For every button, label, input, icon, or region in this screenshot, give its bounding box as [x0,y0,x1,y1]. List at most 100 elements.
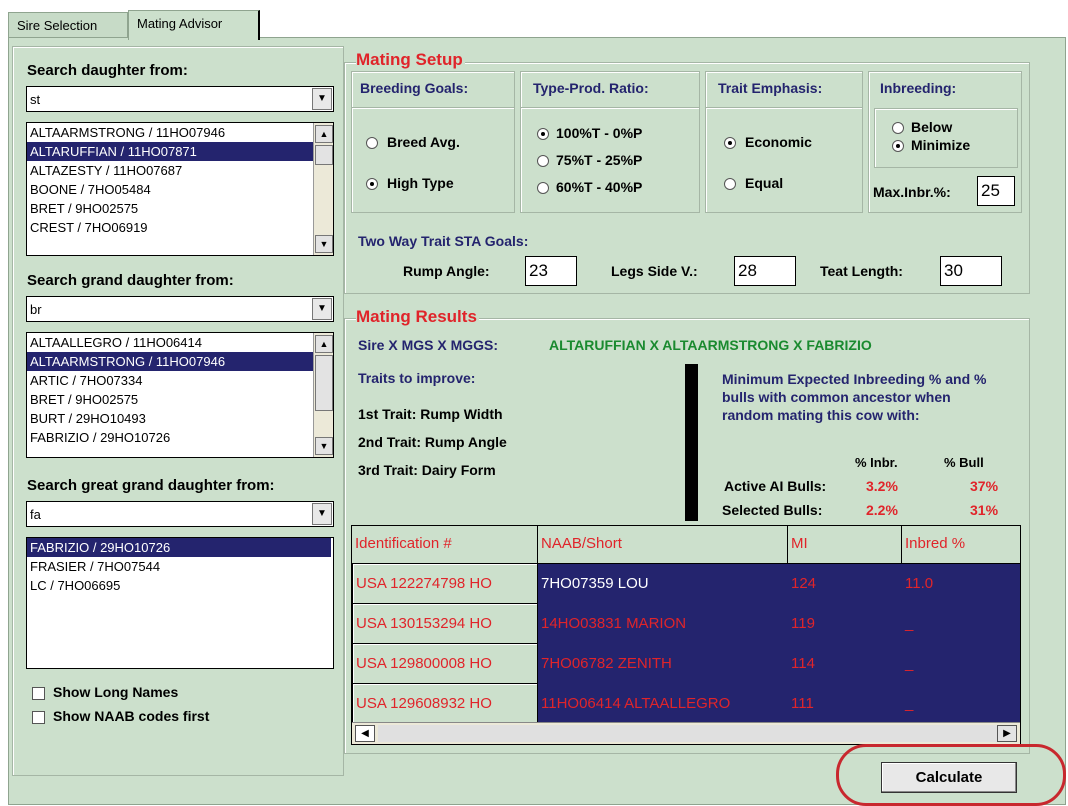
great-grand-daughter-search-value: fa [30,507,41,522]
daughter-search-combo[interactable]: st ▼ [26,86,334,112]
chevron-down-icon[interactable]: ▼ [312,88,332,110]
divider-bar [685,364,698,521]
selected-bull-value: 31% [970,502,999,518]
col-inbr-label: % Inbr. [855,455,898,470]
trait-emphasis-label: Trait Emphasis: [718,80,823,96]
great-grand-daughter-search-combo[interactable]: fa ▼ [26,501,334,527]
show-naab-first-label: Show NAAB codes first [53,708,210,724]
minimize-radio[interactable] [892,140,904,152]
list-item[interactable]: FABRIZIO / 29HO10726 [27,538,331,557]
active-bull-value: 37% [970,478,999,494]
grand-daughter-list[interactable]: ALTAALLEGRO / 11HO06414 ALTAARMSTRONG / 1… [26,332,334,458]
scroll-up-icon[interactable]: ▲ [315,335,333,353]
grid-cell[interactable]: 124 [788,564,902,604]
list-item[interactable]: ALTAZESTY / 11HO07687 [27,161,313,180]
max-inbr-label: Max.Inbr.%: [873,184,951,200]
grid-cell[interactable]: 11.0 [902,564,1020,604]
high-type-radio[interactable] [366,178,378,190]
grid-cell[interactable]: USA 130153294 HO [352,604,538,644]
grid-cell[interactable]: _ [902,644,1020,684]
grid-header[interactable]: Identification # [352,526,538,564]
scroll-left-icon[interactable]: ◀ [355,725,375,742]
breeding-goals-inner [351,107,515,213]
list-item[interactable]: ALTAARMSTRONG / 11HO07946 [27,352,313,371]
teat-length-input[interactable]: 30 [940,256,1002,286]
list-item[interactable]: LC / 7HO06695 [27,576,331,595]
active-bulls-label: Active AI Bulls: [724,478,827,494]
grid-cell[interactable]: USA 129800008 HO [352,644,538,684]
grid-cell[interactable]: 11HO06414 ALTAALLEGRO [538,684,788,724]
chevron-down-icon[interactable]: ▼ [312,503,332,525]
grid-header[interactable]: Inbred % [902,526,1020,564]
list-item[interactable]: BOONE / 7HO05484 [27,180,313,199]
economic-radio[interactable] [724,137,736,149]
scroll-up-icon[interactable]: ▲ [315,125,333,143]
daughter-list[interactable]: ALTAARMSTRONG / 11HO07946 ALTARUFFIAN / 1… [26,122,334,256]
breed-avg-label: Breed Avg. [387,134,460,150]
type-75-radio[interactable] [537,155,549,167]
list-item[interactable]: BRET / 9HO02575 [27,390,313,409]
daughter-scrollbar[interactable]: ▲ ▼ [313,123,333,255]
list-item[interactable]: CREST / 7HO06919 [27,218,313,237]
grid-horizontal-scrollbar[interactable]: ◀ ▶ [352,722,1020,744]
results-grid[interactable]: Identification # NAAB/Short MI Inbred % USA … [351,525,1021,745]
grand-daughter-scrollbar[interactable]: ▲ ▼ [313,333,333,457]
breed-avg-radio[interactable] [366,137,378,149]
type-100-radio[interactable] [537,128,549,140]
grid-cell[interactable]: USA 122274798 HO [352,564,538,604]
inbreeding-note: Minimum Expected Inbreeding % and % bull… [722,371,987,423]
tab-mating-advisor[interactable]: Mating Advisor [128,10,260,40]
legs-side-input[interactable]: 28 [734,256,796,286]
list-item[interactable]: BRET / 9HO02575 [27,199,313,218]
show-long-names-checkbox[interactable] [32,687,45,700]
mating-results-title: Mating Results [356,307,479,327]
equal-radio[interactable] [724,178,736,190]
scroll-down-icon[interactable]: ▼ [315,235,333,253]
list-item[interactable]: BURT / 29HO10493 [27,409,313,428]
grid-cell[interactable]: 14HO03831 MARION [538,604,788,644]
grid-cell[interactable]: USA 129608932 HO [352,684,538,724]
max-inbr-input[interactable]: 25 [977,176,1015,206]
type-prod-label: Type-Prod. Ratio: [533,80,649,96]
grid-cell[interactable]: _ [902,604,1020,644]
legs-side-label: Legs Side V.: [611,263,698,279]
type-100-label: 100%T - 0%P [556,125,643,141]
rump-angle-label: Rump Angle: [403,263,490,279]
list-item[interactable]: FRASIER / 7HO07544 [27,557,331,576]
equal-label: Equal [745,175,784,191]
grid-cell[interactable]: 7HO07359 LOU [538,564,788,604]
list-item[interactable]: ALTAALLEGRO / 11HO06414 [27,333,313,352]
scroll-thumb[interactable] [315,145,333,165]
type-60-radio[interactable] [537,182,549,194]
below-radio[interactable] [892,122,904,134]
trait-emphasis-inner [705,107,863,213]
grid-header[interactable]: NAAB/Short [538,526,788,564]
highlight-circle [836,744,1066,806]
teat-length-label: Teat Length: [820,263,903,279]
tab-sire-selection[interactable]: Sire Selection [8,12,128,39]
list-item[interactable]: ARTIC / 7HO07334 [27,371,313,390]
list-item[interactable]: ALTAARMSTRONG / 11HO07946 [27,123,313,142]
grand-daughter-search-combo[interactable]: br ▼ [26,296,334,322]
grand-daughter-items: ALTAALLEGRO / 11HO06414 ALTAARMSTRONG / 1… [27,333,313,447]
list-item[interactable]: ALTARUFFIAN / 11HO07871 [27,142,313,161]
show-naab-first-checkbox[interactable] [32,711,45,724]
scroll-thumb[interactable] [315,355,333,411]
grid-cell[interactable]: 114 [788,644,902,684]
scroll-right-icon[interactable]: ▶ [997,725,1017,742]
grid-cell[interactable]: 111 [788,684,902,724]
grid-cell[interactable]: 119 [788,604,902,644]
minimize-label: Minimize [911,137,971,153]
list-item[interactable]: FABRIZIO / 29HO10726 [27,428,313,447]
below-label: Below [911,119,953,135]
chevron-down-icon[interactable]: ▼ [312,298,332,320]
traits-label: Traits to improve: [358,370,476,386]
rump-angle-input[interactable]: 23 [525,256,577,286]
grid-cell[interactable]: _ [902,684,1020,724]
daughter-search-value: st [30,92,41,107]
scroll-down-icon[interactable]: ▼ [315,437,333,455]
grid-header[interactable]: MI [788,526,902,564]
grid-cell[interactable]: 7HO06782 ZENITH [538,644,788,684]
grid-scroll-track[interactable] [378,725,998,742]
great-grand-daughter-list[interactable]: FABRIZIO / 29HO10726 FRASIER / 7HO07544 LC… [26,537,334,669]
